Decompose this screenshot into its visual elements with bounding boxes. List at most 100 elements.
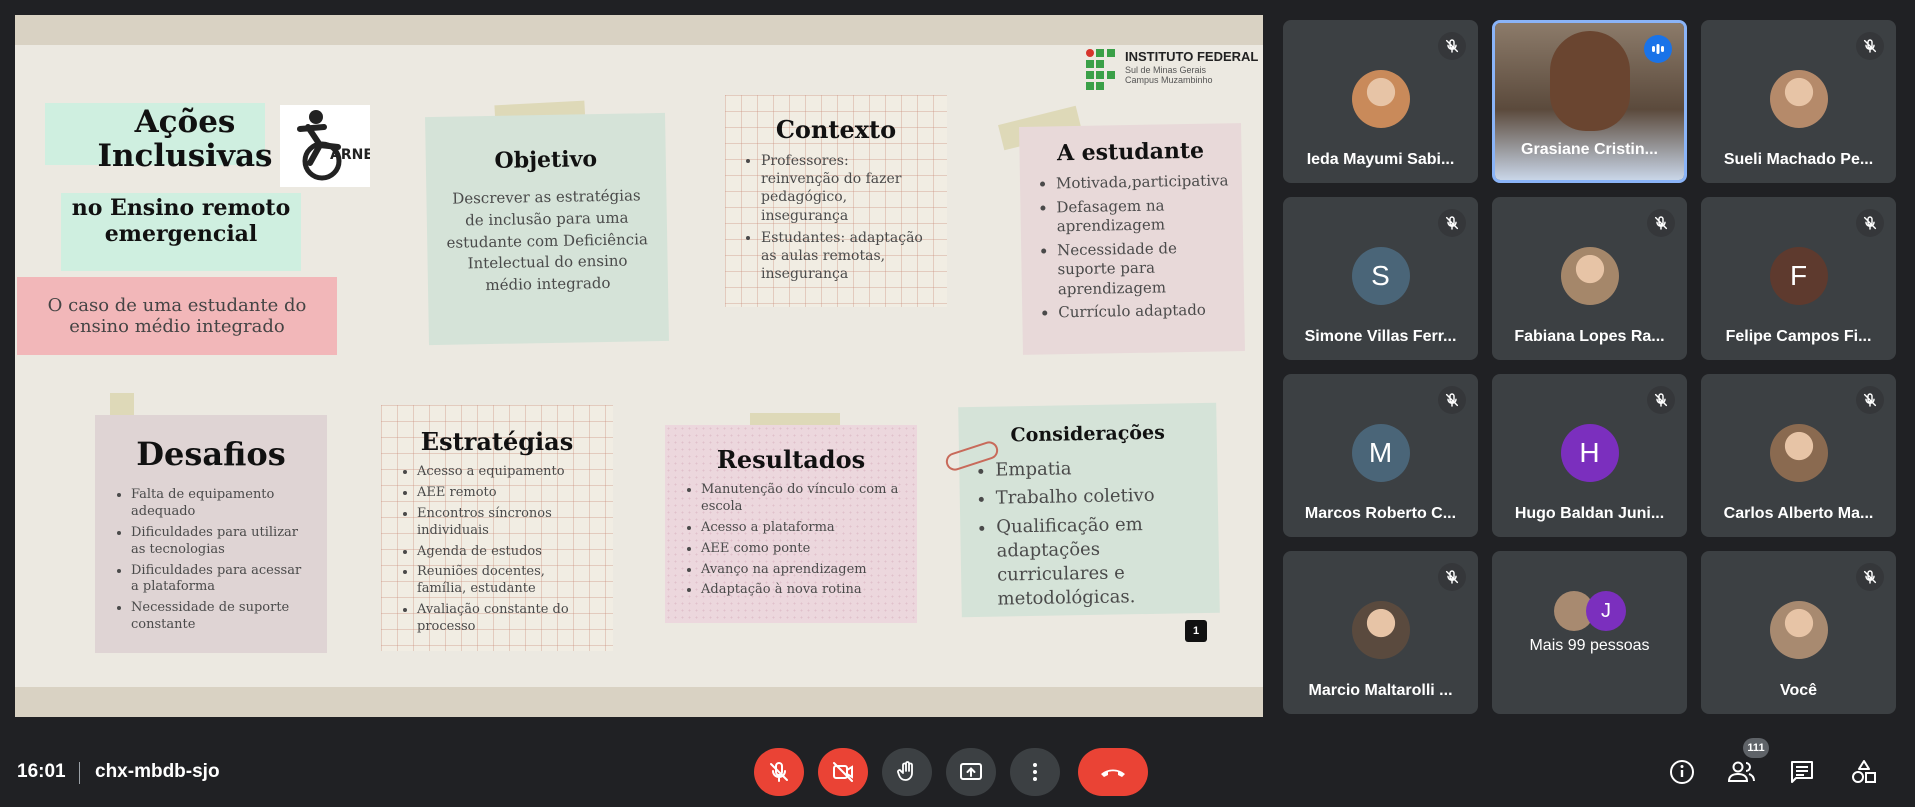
participant-tile[interactable]: H Hugo Baldan Juni...	[1492, 374, 1687, 537]
note-objetivo: Objetivo Descrever as estratégias de inc…	[425, 112, 669, 346]
mic-off-icon	[1856, 209, 1884, 237]
participant-name: Hugo Baldan Juni...	[1514, 505, 1665, 522]
participant-tile[interactable]: M Marcos Roberto C...	[1283, 374, 1478, 537]
avatar: M	[1351, 424, 1410, 482]
activities-icon	[1852, 760, 1876, 783]
meeting-time: 16:01	[17, 761, 66, 782]
desafios-list: Falta de equipamento adequado Dificuldad…	[111, 487, 311, 634]
participant-name: Fabiana Lopes Ra...	[1514, 328, 1665, 345]
people-count-badge: 111	[1743, 738, 1769, 758]
chat-icon	[1791, 761, 1813, 783]
mic-off-icon	[1438, 32, 1466, 60]
present-screen-button[interactable]	[946, 748, 996, 796]
mic-off-icon	[770, 761, 788, 782]
participant-name: Mais 99 pessoas	[1529, 637, 1650, 654]
mic-off-icon	[1438, 563, 1466, 591]
institute-logo: INSTITUTO FEDERAL Sul de Minas Gerais Ca…	[1085, 48, 1260, 96]
avatar	[1560, 247, 1619, 305]
participant-tile[interactable]: S Simone Villas Ferr...	[1283, 197, 1478, 360]
mic-off-icon	[1647, 209, 1675, 237]
raise-hand-button[interactable]	[882, 748, 932, 796]
people-button[interactable]	[1724, 754, 1760, 790]
avatar: S	[1351, 247, 1410, 305]
note-consideracoes: Considerações Empatia Trabalho coletivo …	[958, 402, 1220, 618]
slide-title: Ações Inclusivas	[97, 104, 273, 175]
chat-button[interactable]	[1784, 754, 1820, 790]
resultados-title: Resultados	[716, 445, 866, 474]
mic-off-icon	[1438, 209, 1466, 237]
estrategias-title: Estratégias	[420, 427, 574, 456]
hang-up-icon	[1101, 769, 1125, 777]
avatar	[1351, 601, 1410, 659]
objetivo-text: Descrever as estratégias de inclusão par…	[446, 186, 649, 295]
participant-tile[interactable]: Fabiana Lopes Ra...	[1492, 197, 1687, 360]
info-icon	[1670, 760, 1694, 784]
arne-logo: ARNE	[280, 105, 373, 187]
note-estudante: A estudante Motivada,participativa Defas…	[1019, 123, 1245, 355]
mic-off-icon	[1438, 386, 1466, 414]
avatar: F	[1769, 247, 1828, 305]
mic-off-icon	[1856, 386, 1884, 414]
divider	[79, 762, 80, 784]
speaking-indicator-icon	[1644, 35, 1672, 63]
contexto-list: Professores: reinvenção do fazer pedagóg…	[741, 152, 931, 283]
svg-text:ARNE: ARNE	[330, 147, 370, 163]
participant-face	[1550, 31, 1630, 131]
institute-grid-icon	[1086, 49, 1115, 90]
avatar	[1351, 70, 1410, 128]
participant-name: Marcio Maltarolli ...	[1308, 682, 1453, 699]
note-resultados: Resultados Manutenção do vínculo com a e…	[665, 425, 917, 623]
institute-text: INSTITUTO FEDERAL Sul de Minas Gerais Ca…	[1125, 49, 1259, 86]
estudante-title: A estudante	[1056, 137, 1205, 167]
avatar: J	[1586, 591, 1626, 631]
case-label: O caso de uma estudante do ensino médio …	[17, 277, 337, 355]
note-estrategias: Estratégias Acesso a equipamento AEE rem…	[381, 405, 613, 651]
participant-tile[interactable]: Carlos Alberto Ma...	[1701, 374, 1896, 537]
avatar	[1769, 70, 1828, 128]
participant-tile[interactable]: F Felipe Campos Fi...	[1701, 197, 1896, 360]
note-contexto: Contexto Professores: reinvenção do faze…	[725, 95, 947, 307]
participant-tile[interactable]: Marcio Maltarolli ...	[1283, 551, 1478, 714]
participant-tile[interactable]: Grasiane Cristin...	[1492, 20, 1687, 183]
participant-name: Você	[1779, 682, 1818, 699]
consideracoes-title: Considerações	[1010, 421, 1165, 447]
microphone-button[interactable]	[754, 748, 804, 796]
participant-name: Simone Villas Ferr...	[1304, 328, 1457, 345]
presentation-screen: Ações Inclusivas ARNE no Ensino remoto e…	[15, 15, 1263, 717]
participant-tile[interactable]: J Mais 99 pessoas	[1492, 551, 1687, 714]
participant-name: Grasiane Cristin...	[1521, 141, 1658, 158]
page-number-badge: 1	[1185, 620, 1207, 642]
participant-name: Marcos Roberto C...	[1304, 505, 1457, 522]
activities-button[interactable]	[1846, 754, 1882, 790]
consideracoes-list: Empatia Trabalho coletivo Qualificação e…	[975, 455, 1204, 613]
contexto-title: Contexto	[775, 115, 897, 144]
hand-icon	[897, 761, 913, 781]
slide-subtitle: no Ensino remoto emergencial	[71, 195, 291, 248]
mic-off-icon	[1647, 386, 1675, 414]
people-icon	[1727, 761, 1755, 782]
participant-tile[interactable]: Você	[1701, 551, 1896, 714]
resultados-list: Manutenção do vínculo com a escola Acess…	[681, 482, 901, 599]
participant-name: Felipe Campos Fi...	[1725, 328, 1872, 345]
participant-name: Carlos Alberto Ma...	[1723, 505, 1874, 522]
leave-call-button[interactable]	[1078, 748, 1148, 796]
present-icon	[960, 763, 982, 780]
note-desafios: Desafios Falta de equipamento adequado D…	[95, 415, 327, 653]
more-options-button[interactable]	[1010, 748, 1060, 796]
estrategias-list: Acesso a equipamento AEE remoto Encontro…	[397, 464, 597, 636]
mic-off-icon	[1856, 32, 1884, 60]
meeting-details-button[interactable]	[1664, 754, 1700, 790]
objetivo-title: Objetivo	[494, 146, 598, 174]
estudante-list: Motivada,participativa Defasagem na apre…	[1036, 171, 1229, 323]
participant-tile[interactable]: Ieda Mayumi Sabi...	[1283, 20, 1478, 183]
desafios-title: Desafios	[136, 435, 286, 473]
group-avatars: J	[1554, 591, 1628, 631]
meeting-code: chx-mbdb-sjo	[95, 761, 220, 782]
participant-name: Ieda Mayumi Sabi...	[1306, 151, 1455, 168]
avatar	[1769, 601, 1828, 659]
camera-button[interactable]	[818, 748, 868, 796]
more-vert-icon	[1033, 763, 1037, 781]
mic-off-icon	[1856, 563, 1884, 591]
participant-tile[interactable]: Sueli Machado Pe...	[1701, 20, 1896, 183]
participant-name: Sueli Machado Pe...	[1723, 151, 1874, 168]
